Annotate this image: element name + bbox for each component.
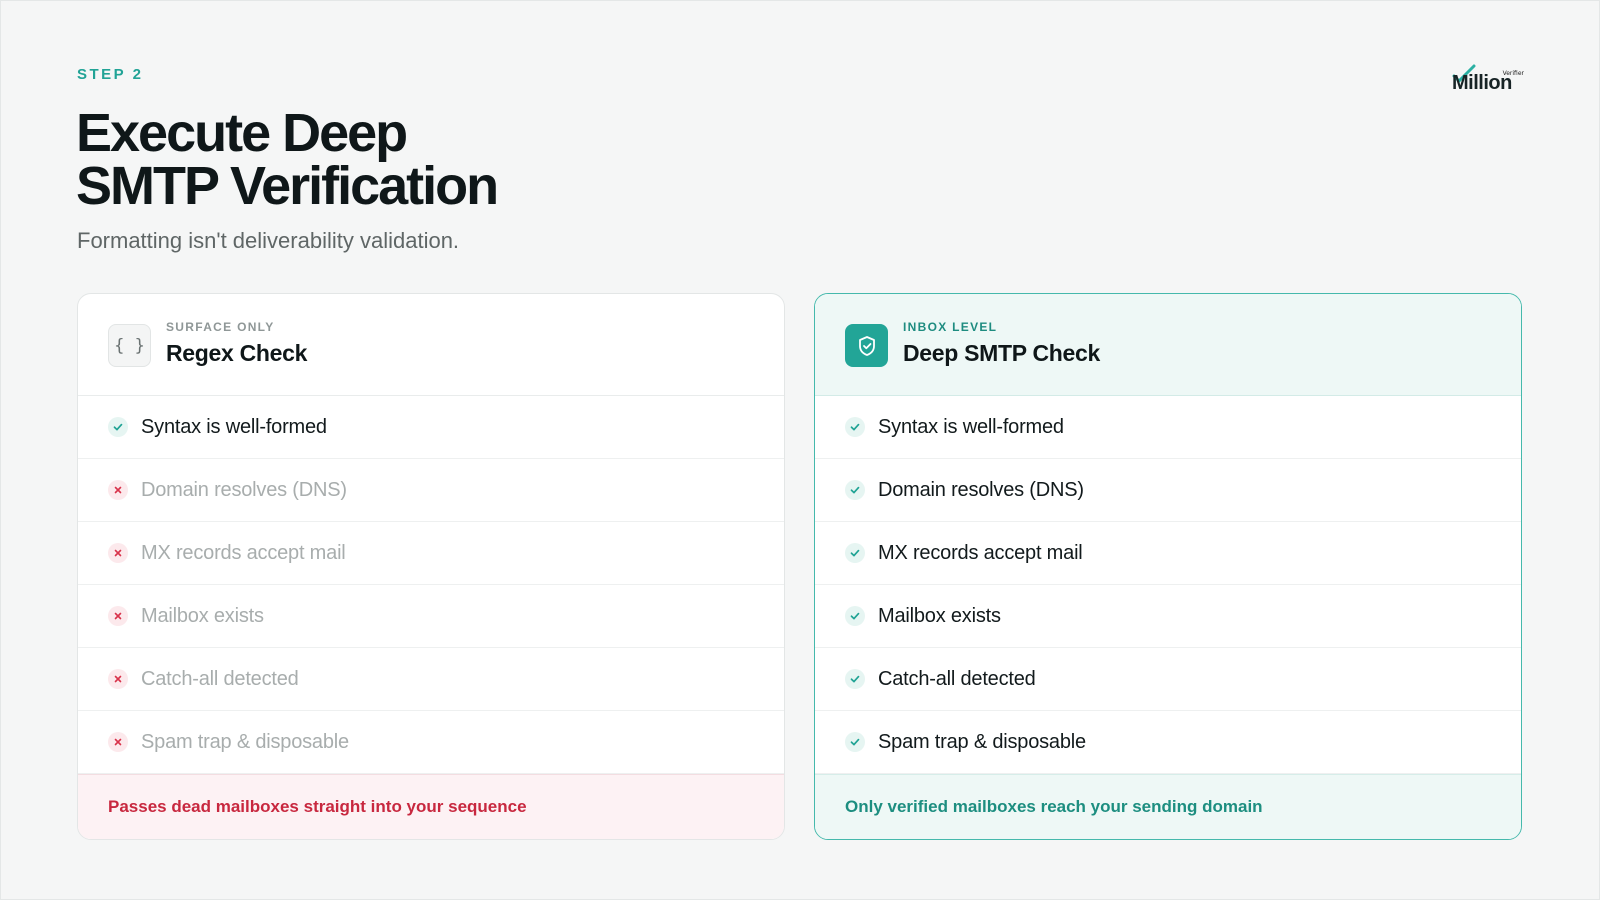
checklist-label: Mailbox exists [141, 605, 264, 627]
checklist-row: MX records accept mail [815, 522, 1521, 585]
checklist-label: Catch-all detected [878, 668, 1036, 690]
card-header: { } SURFACE ONLY Regex Check [78, 294, 784, 396]
checklist-row: Mailbox exists [815, 585, 1521, 648]
check-icon [845, 480, 865, 500]
card-kicker: SURFACE ONLY [166, 320, 275, 334]
card-title: Deep SMTP Check [903, 340, 1101, 366]
step-label: STEP 2 [77, 66, 144, 83]
checklist-label: Spam trap & disposable [141, 731, 349, 753]
braces-icon: { } [108, 324, 151, 367]
checklist-label: Mailbox exists [878, 605, 1001, 627]
cross-icon [108, 732, 128, 752]
logo-wordmark: Million [1452, 72, 1512, 94]
checklist: Syntax is well-formed Domain resolves (DN… [78, 396, 784, 774]
cross-icon [108, 543, 128, 563]
checklist-label: Syntax is well-formed [141, 416, 327, 438]
checklist-row: Domain resolves (DNS) [815, 459, 1521, 522]
checklist-label: MX records accept mail [141, 542, 346, 564]
title-line-1: Execute Deep [76, 103, 408, 163]
card-header: INBOX LEVEL Deep SMTP Check [815, 294, 1521, 396]
million-verifier-logo: Verifier Million [1452, 64, 1524, 94]
cross-icon [108, 480, 128, 500]
checklist-label: Syntax is well-formed [878, 416, 1064, 438]
checklist-row: Domain resolves (DNS) [78, 459, 784, 522]
checklist-row: Catch-all detected [815, 648, 1521, 711]
check-icon [845, 417, 865, 437]
check-icon [845, 732, 865, 752]
checklist-label: Spam trap & disposable [878, 731, 1086, 753]
deep-smtp-check-card: INBOX LEVEL Deep SMTP Check Syntax is we… [814, 293, 1522, 840]
checklist-row: Catch-all detected [78, 648, 784, 711]
title-line-2: SMTP Verification [76, 156, 499, 216]
page-title: Execute Deep SMTP Verification [76, 103, 499, 216]
checklist-row: Syntax is well-formed [815, 396, 1521, 459]
checklist: Syntax is well-formed Domain resolves (DN… [815, 396, 1521, 774]
shield-check-icon [845, 324, 888, 367]
checklist-row: Mailbox exists [78, 585, 784, 648]
check-icon [845, 543, 865, 563]
checklist-label: MX records accept mail [878, 542, 1083, 564]
checklist-row: Syntax is well-formed [78, 396, 784, 459]
cross-icon [108, 669, 128, 689]
regex-check-card: { } SURFACE ONLY Regex Check Syntax is w… [77, 293, 785, 840]
check-icon [845, 669, 865, 689]
checklist-label: Catch-all detected [141, 668, 299, 690]
card-kicker: INBOX LEVEL [903, 320, 998, 334]
cross-icon [108, 606, 128, 626]
page-subtitle: Formatting isn't deliverability validati… [77, 228, 460, 253]
card-title: Regex Check [166, 340, 308, 366]
check-icon [845, 606, 865, 626]
checklist-row: Spam trap & disposable [815, 711, 1521, 774]
checklist-label: Domain resolves (DNS) [141, 479, 347, 501]
check-icon [108, 417, 128, 437]
card-footer-warning: Passes dead mailboxes straight into your… [78, 774, 784, 839]
card-footer-success: Only verified mailboxes reach your sendi… [815, 774, 1521, 839]
checklist-row: Spam trap & disposable [78, 711, 784, 774]
checklist-row: MX records accept mail [78, 522, 784, 585]
checklist-label: Domain resolves (DNS) [878, 479, 1084, 501]
